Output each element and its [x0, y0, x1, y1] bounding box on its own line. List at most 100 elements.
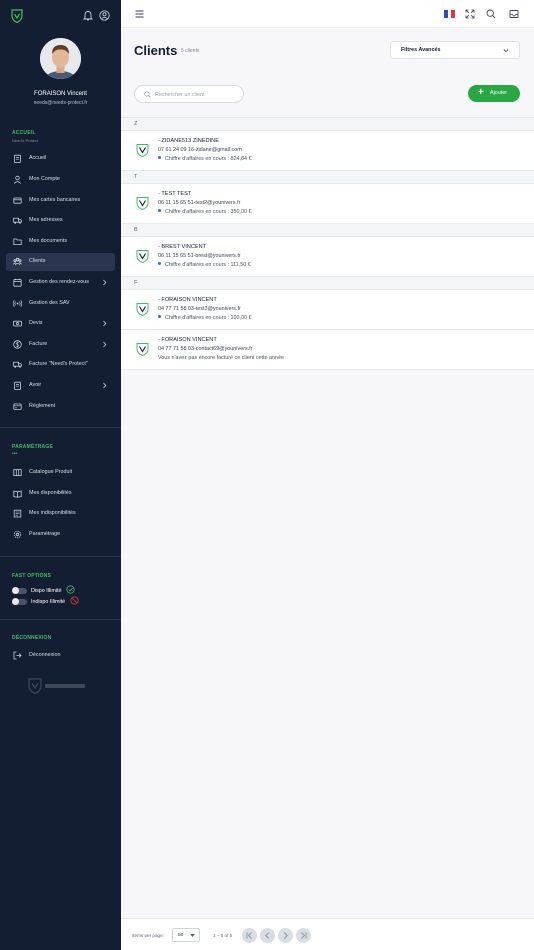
previous-page-button[interactable] [260, 928, 275, 943]
last-page-icon [301, 932, 307, 939]
sidebar-item-label: Mes adresses [29, 217, 63, 223]
sidebar-item-mon-compte[interactable]: Mon Compte [6, 171, 115, 189]
client-row[interactable]: - FORAISON VINCENT 04 77 71 58 03-test3@… [121, 290, 534, 330]
chevron-left-icon [265, 932, 270, 939]
items-per-page-value: 50 [178, 933, 184, 938]
sidebar-item-label: Accueil [29, 155, 47, 161]
bullet-dot-icon [158, 156, 161, 159]
sidebar-item-label: Facture "Need's Protect" [29, 361, 88, 367]
dispo-illimite-toggle[interactable] [12, 587, 27, 594]
sidebar-item-label: Paramétrage [29, 531, 61, 537]
sidebar-item-cartes-bancaires[interactable]: Mes cartes bancaires [6, 192, 115, 210]
client-contact: 04 77 71 58 03-contact69@younivers.fr [158, 346, 253, 352]
sidebar-item-disponibilites[interactable]: Mes disponibilités [6, 485, 115, 503]
add-client-button[interactable]: + Ajouter [468, 85, 520, 102]
client-revenue-text: Chiffre d'affaires en cours : 350,00 € [165, 209, 252, 215]
client-name: - TEST TEST [158, 191, 192, 197]
sidebar-item-label: Mes indisponibilités [29, 510, 76, 516]
client-name: - BREST VINCENT [158, 244, 207, 250]
section-title-deconnexion: DÉCONNEXION [12, 635, 52, 641]
shield-logo-icon [136, 250, 149, 263]
sidebar-item-facture[interactable]: Facture [6, 336, 115, 354]
fast-option-indispo: Indispo Illimité [12, 596, 112, 606]
cash-icon [13, 320, 22, 327]
client-name: - FORAISON VINCENT [158, 337, 217, 343]
client-list: Z - ZIDANE513 ZINEDINE 07 61 24 09 16-zi… [121, 117, 534, 370]
logout-icon [13, 651, 22, 660]
client-contact: 07 61 24 09 16-zidane@gmail.com [158, 147, 242, 153]
sidebar-item-parametrage[interactable]: Paramétrage [6, 526, 115, 544]
user-email: needs@needs-protect.fr [33, 100, 88, 106]
advanced-filters-dropdown[interactable]: Filtres Avancés [390, 41, 520, 59]
sidebar-item-avoir[interactable]: Avoir [6, 377, 115, 395]
top-bar [121, 0, 534, 28]
search-icon[interactable] [486, 9, 496, 19]
dollar-icon [13, 340, 22, 349]
sidebar-item-indisponibilites[interactable]: Mes indisponibilités [6, 505, 115, 523]
check-circle-icon [66, 585, 75, 594]
sidebar-item-label: Gestion des SAV [29, 300, 70, 306]
bullet-dot-icon [158, 315, 161, 318]
client-count: 5 clients [181, 48, 200, 54]
inbox-icon[interactable] [509, 9, 519, 19]
french-flag-icon[interactable] [444, 10, 456, 18]
sidebar-item-accueil[interactable]: Accueil [6, 150, 115, 168]
sidebar-item-clients[interactable]: Clients [6, 253, 115, 271]
shield-logo-icon [136, 197, 149, 210]
client-no-invoice-note: Vous n'avez pas encore facturé ce client… [158, 355, 284, 361]
bullet-dot-icon [158, 262, 161, 265]
client-row[interactable]: - BREST VINCENT 06 11 15 65 51-brest@you… [121, 237, 534, 277]
user-circle-icon[interactable] [99, 10, 110, 21]
sidebar-item-label: Avoir [29, 382, 42, 388]
client-search [134, 85, 244, 103]
page-range: 1 – 5 of 5 [213, 933, 233, 938]
user-name: FORAISON Vincent [34, 91, 87, 97]
first-page-button[interactable] [242, 928, 257, 943]
sidebar-item-rendez-vous[interactable]: Gestion des rendez-vous [6, 274, 115, 292]
sidebar-item-catalogue[interactable]: Catalogue Produit [6, 464, 115, 482]
forbidden-icon [70, 596, 79, 605]
client-row[interactable]: - TEST TEST 06 11 15 65 51-test2@younive… [121, 184, 534, 224]
client-name: - FORAISON VINCENT [158, 297, 217, 303]
client-row[interactable]: - ZIDANE513 ZINEDINE 07 61 24 09 16-zida… [121, 131, 534, 171]
avatar[interactable] [40, 38, 81, 79]
sidebar-item-documents[interactable]: Mes documents [6, 233, 115, 251]
fast-option-label: Dispo Illimité [31, 588, 62, 594]
items-per-page-select[interactable]: 50 [172, 928, 200, 942]
sidebar-item-adresses[interactable]: Mes adresses [6, 212, 115, 230]
search-input[interactable] [155, 89, 239, 100]
sidebar-item-facture-needs-protect[interactable]: Facture "Need's Protect" [6, 356, 115, 374]
client-contact: 06 11 15 65 51-test2@younivers.fr [158, 200, 241, 206]
hamburger-menu-icon[interactable] [135, 10, 144, 18]
needs-protect-watermark-logo [28, 678, 85, 694]
section-title-accueil: ACCUEIL [12, 130, 36, 136]
sidebar-item-label: Facture [29, 341, 48, 347]
add-button-label: Ajouter [490, 90, 508, 96]
letter-header: B [121, 224, 534, 237]
chevron-right-icon [283, 932, 288, 939]
next-page-button[interactable] [278, 928, 293, 943]
shield-logo-icon[interactable] [11, 9, 23, 23]
pagination-bar: Items per page: 50 1 – 5 of 5 [121, 918, 534, 950]
section-title-parametrage: PARAMÉTRAGE [12, 444, 53, 450]
sidebar-divider [0, 619, 121, 620]
sidebar-item-reglement[interactable]: Règlement [6, 398, 115, 416]
page-title: Clients [134, 43, 178, 58]
client-row[interactable]: - FORAISON VINCENT 04 77 71 58 03-contac… [121, 330, 534, 370]
first-page-icon [246, 932, 252, 939]
sidebar-item-devis[interactable]: Devis [6, 315, 115, 333]
bell-icon[interactable] [83, 10, 93, 21]
shield-logo-icon [136, 303, 149, 316]
sidebar-item-sav[interactable]: Gestion des SAV [6, 295, 115, 313]
last-page-button[interactable] [296, 928, 311, 943]
client-revenue-text: Chiffre d'affaires en cours : 111,50 € [165, 262, 251, 268]
fullscreen-icon[interactable] [465, 9, 475, 19]
client-revenue: Chiffre d'affaires en cours : 100,00 € [158, 315, 252, 321]
client-revenue-text: Chiffre d'affaires en cours : 100,00 € [165, 315, 252, 321]
sidebar-item-label: Déconnexion [29, 652, 61, 658]
letter-header: T [121, 171, 534, 184]
sidebar-item-label: Mes documents [29, 238, 68, 244]
indispo-illimite-toggle[interactable] [12, 598, 27, 605]
shield-logo-icon [136, 343, 149, 356]
sidebar-item-deconnexion[interactable]: Déconnexion [6, 647, 115, 665]
